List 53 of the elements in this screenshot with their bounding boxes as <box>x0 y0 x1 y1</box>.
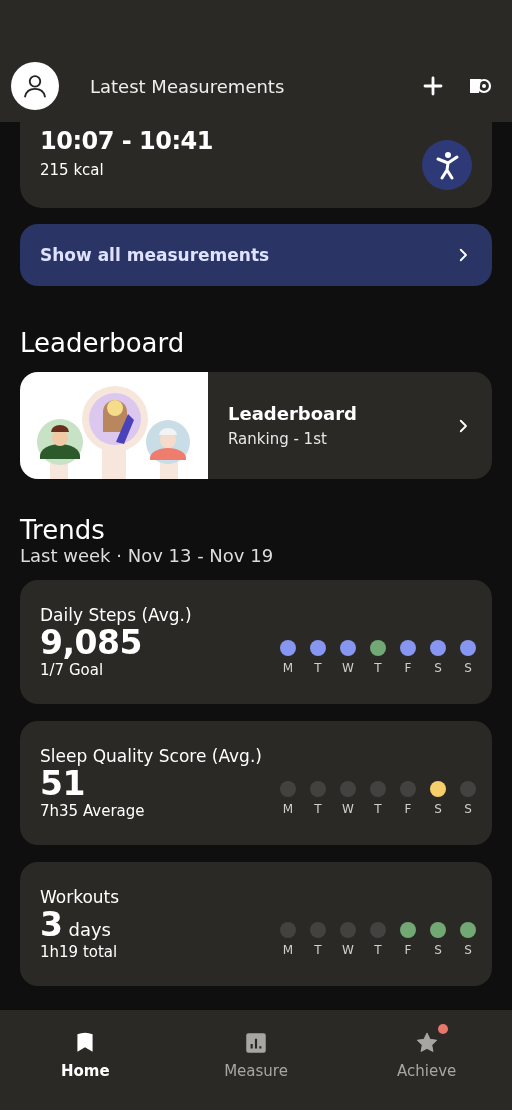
page-title: Latest Measurements <box>90 75 286 97</box>
day-label: F <box>404 942 412 957</box>
day-label: T <box>374 942 382 957</box>
caption-text: 1h19 total <box>40 943 119 962</box>
day-label: S <box>464 801 472 816</box>
day-label: F <box>404 801 412 816</box>
day-label: S <box>434 660 442 675</box>
measurement-card[interactable]: 10:07 - 10:41 215 kcal <box>20 122 492 208</box>
day-label: M <box>282 801 294 816</box>
day-label: T <box>314 942 322 957</box>
day-label: S <box>434 801 442 816</box>
day-label: T <box>314 660 322 675</box>
trend-card[interactable]: Workouts 3 days 1h19 total M T W T F S S <box>20 862 492 986</box>
time-range: 10:07 - 10:41 <box>40 127 214 155</box>
bar-chart-icon <box>243 1030 269 1056</box>
metric-value: 9,085 <box>40 624 142 662</box>
trend-card[interactable]: Daily Steps (Avg.) 9,085 1/7 Goal M T W T F S S <box>20 580 492 704</box>
caption-text: 7h35 Average <box>40 802 146 821</box>
day-label: W <box>342 942 354 957</box>
caption-text: 1/7 Goal <box>40 661 105 680</box>
day-label: S <box>464 942 472 957</box>
nav-tab[interactable]: Measure <box>170 1020 342 1080</box>
card-title: Sleep Quality Score (Avg.) <box>40 745 263 766</box>
day-label: M <box>282 660 294 675</box>
day-label: W <box>342 660 354 675</box>
card-title: Leaderboard <box>228 403 358 424</box>
unit-label: days <box>68 918 111 940</box>
day-label: S <box>464 660 472 675</box>
metric-value: 51 <box>40 765 85 803</box>
card-title: Workouts <box>40 886 121 907</box>
calories-text: 215 kcal <box>40 161 105 179</box>
date-range: Last week · Nov 13 - Nov 19 <box>20 545 275 566</box>
show-all-button[interactable]: Show all measurements <box>20 224 492 286</box>
day-label: S <box>434 942 442 957</box>
section-heading: Leaderboard <box>20 328 186 358</box>
day-label: M <box>282 942 294 957</box>
day-label: T <box>374 801 382 816</box>
section-heading: Trends <box>20 515 106 545</box>
add-icon[interactable] <box>421 74 445 98</box>
day-label: T <box>374 660 382 675</box>
nav-tab[interactable]: Achieve <box>341 1020 512 1080</box>
leaderboard-card[interactable]: Leaderboard Ranking - 1st <box>20 372 492 479</box>
day-label: W <box>342 801 354 816</box>
trend-card[interactable]: Sleep Quality Score (Avg.) 51 7h35 Average M T W T F S S <box>20 721 492 845</box>
metric-value: 3 <box>40 906 63 944</box>
day-label: T <box>314 801 322 816</box>
card-title: Daily Steps (Avg.) <box>40 604 193 625</box>
day-label: F <box>404 660 412 675</box>
nav-tab[interactable]: Home <box>0 1020 171 1080</box>
activity-icon <box>422 140 472 190</box>
person-icon <box>21 72 49 100</box>
profile-avatar[interactable] <box>11 62 59 110</box>
ranking-text: Ranking - 1st <box>228 430 328 448</box>
